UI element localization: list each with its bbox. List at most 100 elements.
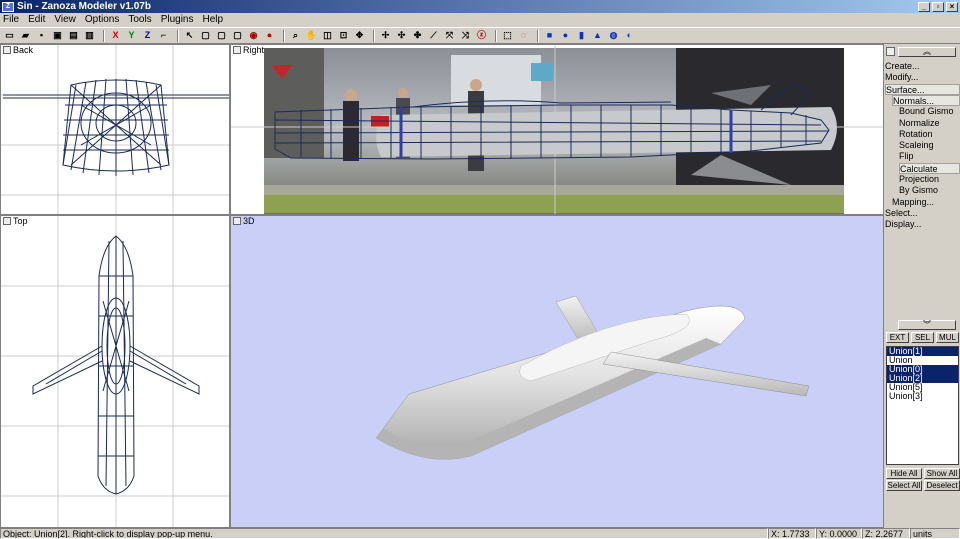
app-icon: Z [2,1,14,12]
toolbar-separator [373,29,375,42]
status-y: Y: 0.0000 [816,528,862,539]
rendered-model [375,295,810,460]
rotate-icon[interactable]: ✤ [411,29,424,42]
viewport-right[interactable]: Right [230,44,884,215]
window-title: Sin - Zanoza Modeler v1.07b [17,1,151,12]
cube-primitive-icon[interactable]: ■ [543,29,556,42]
tube-primitive-icon[interactable]: ◐ [623,29,636,42]
zoom-region-icon[interactable]: ⊡ [337,29,350,42]
title-bar: Z Sin - Zanoza Modeler v1.07b _ ▫ × [0,0,960,13]
viewport-3d[interactable]: 3D [230,215,884,528]
x-axis-icon[interactable]: X [109,29,122,42]
viewport-menu-icon[interactable] [3,46,11,54]
status-x: X: 1.7733 [768,528,816,539]
mode-button-sel[interactable]: SEL [911,332,934,343]
panel-menu-item[interactable]: Display... [885,219,960,230]
cylinder-primitive-icon[interactable]: ▮ [575,29,588,42]
menu-tools[interactable]: Tools [128,14,151,25]
panel-menu-item[interactable]: Bound Gismo [899,106,960,117]
move-icon[interactable]: ✢ [379,29,392,42]
scroll-down-button[interactable]: ︾ [898,320,956,330]
scroll-up-button[interactable]: ︽ [898,47,956,57]
open-icon[interactable]: ▰ [19,29,32,42]
panel-menu-item[interactable]: Scaleing [899,140,960,151]
select-arrow-icon[interactable]: ↖ [183,29,196,42]
scale-icon[interactable]: ✣ [395,29,408,42]
panel-menu-item[interactable]: Modify... [885,72,960,83]
zoom-icon[interactable]: ⌕ [289,29,302,42]
menu-edit[interactable]: Edit [28,14,45,25]
select-all-button[interactable]: Select All [886,480,922,491]
panel-menu-item[interactable]: Projection [899,174,960,185]
box-icon-3[interactable]: ▢ [231,29,244,42]
pan-hand-icon[interactable]: ✋ [305,29,318,42]
select-region-icon[interactable]: ⬚ [501,29,514,42]
shear-icon[interactable]: ⟋ [427,29,440,42]
new-icon[interactable]: ▭ [3,29,16,42]
bend-icon[interactable]: ⤨ [459,29,472,42]
save-icon[interactable]: ▪ [35,29,48,42]
wire-sphere-icon[interactable]: ◉ [247,29,260,42]
menu-options[interactable]: Options [85,14,119,25]
deselect-button[interactable]: Deselect [924,480,960,491]
panel-menu-item[interactable]: Calculate [899,162,960,174]
mode-button-mul[interactable]: MUL [936,332,959,343]
status-units: units [910,528,960,539]
close-button[interactable]: × [946,1,958,12]
viewport-back[interactable]: Back [0,44,230,215]
box-icon-2[interactable]: ▢ [215,29,228,42]
panel-menu-item[interactable]: Normals... [892,94,960,106]
panel-menu-item[interactable]: Create... [885,61,960,72]
panel-menu-item[interactable]: Mapping... [892,197,960,208]
panel-menu-item[interactable]: By Gismo [899,185,960,196]
twist-icon[interactable]: ⓩ [475,29,488,42]
command-panel: ︽ Create... Modify... Surface... Normals...… [884,44,960,528]
right-view-wireframe [231,45,883,214]
viewport-menu-icon[interactable] [233,217,241,225]
import-icon[interactable]: ▥ [83,29,96,42]
orbit-icon[interactable]: ◫ [321,29,334,42]
toolbar: ▭ ▰ ▪ ▣ ▤ ▥ X Y Z ⌐ ↖ ▢ ▢ ▢ ◉ ● ⌕ ✋ ◫ ⊡ ✥ ✢ ✣ ✤ ⟋ ⤧ ⤨ ⓩ ⬚ ◌ ■ ● ▮ ▲ ◍ ◐ [0,27,960,44]
save-as-icon[interactable]: ▣ [51,29,64,42]
panel-menu-item[interactable]: Flip [899,151,960,162]
viewport-label: 3D [243,216,255,226]
back-view-wireframe [1,45,229,214]
maximize-button[interactable]: ▫ [932,1,944,12]
panel-menu-item[interactable]: Rotation [899,129,960,140]
select-lasso-icon[interactable]: ◌ [517,29,530,42]
y-axis-icon[interactable]: Y [125,29,138,42]
menu-view[interactable]: View [54,14,76,25]
export-icon[interactable]: ▤ [67,29,80,42]
hide-all-button[interactable]: Hide All [886,468,922,479]
fit-view-icon[interactable]: ✥ [353,29,366,42]
z-axis-icon[interactable]: Z [141,29,154,42]
toolbar-separator [495,29,497,42]
torus-primitive-icon[interactable]: ◍ [607,29,620,42]
panel-menu-item[interactable]: Surface... [885,83,960,95]
toolbar-separator [177,29,179,42]
viewport-menu-icon[interactable] [233,46,241,54]
menu-help[interactable]: Help [203,14,224,25]
status-z: Z: 2.2677 [862,528,910,539]
menu-plugins[interactable]: Plugins [161,14,194,25]
viewport-top[interactable]: Top [0,215,230,528]
menu-file[interactable]: File [3,14,19,25]
box-icon-1[interactable]: ▢ [199,29,212,42]
panel-menu-item[interactable]: Normalize [899,118,960,129]
axis-lock-icon[interactable]: ⌐ [157,29,170,42]
panel-menu-item[interactable]: Select... [885,208,960,219]
mirror-icon[interactable]: ⤧ [443,29,456,42]
mode-button-ext[interactable]: EXT [886,332,909,343]
sphere-primitive-icon[interactable]: ● [559,29,572,42]
panel-menu-icon[interactable] [886,47,895,56]
minimize-button[interactable]: _ [918,1,930,12]
viewport-label: Top [13,216,28,226]
toolbar-separator [537,29,539,42]
viewport-label: Right [243,45,265,55]
show-all-button[interactable]: Show All [924,468,960,479]
object-list-item[interactable]: Union[3] [887,392,958,401]
sphere-icon[interactable]: ● [263,29,276,42]
object-list[interactable]: Union[1] Union Union[0] Union[2] Union[5] Uni… [886,346,959,465]
cone-primitive-icon[interactable]: ▲ [591,29,604,42]
viewport-menu-icon[interactable] [3,217,11,225]
